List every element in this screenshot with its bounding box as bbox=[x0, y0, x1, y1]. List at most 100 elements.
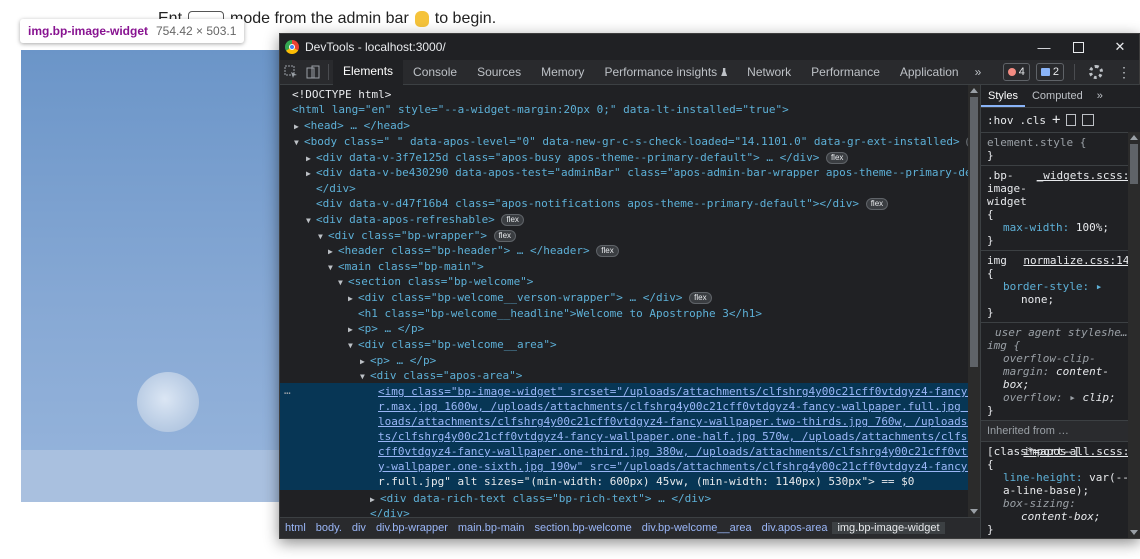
expand-arrow-icon[interactable]: ▶ bbox=[360, 354, 370, 369]
dom-line[interactable]: ▶ <div class="bp-welcome__verson-wrapper"… bbox=[348, 290, 712, 305]
rule-source-link[interactable]: import-all.scss:9 bbox=[1023, 445, 1136, 458]
flex-badge[interactable]: flex bbox=[825, 152, 849, 164]
dom-line-selected[interactable]: ts/clfshrg4y00c21cff0vtdgyz4-fancy-wallp… bbox=[378, 429, 968, 444]
tab-performance[interactable]: Performance bbox=[801, 60, 890, 84]
dom-line[interactable]: ▶ <div data-rich-text class="bp-rich-text… bbox=[370, 491, 711, 506]
dom-line-selected[interactable]: <img class="bp-image-widget" srcset="/up… bbox=[378, 384, 968, 399]
expand-arrow-icon[interactable]: ▶ bbox=[306, 166, 316, 181]
dom-line[interactable]: ▶ <p> … </p> bbox=[360, 353, 436, 368]
tab-elements[interactable]: Elements bbox=[333, 59, 404, 85]
dom-line-selected[interactable]: r.full.jpg" alt sizes="(min-width: 600px… bbox=[378, 474, 914, 489]
rule-bp-image-widget[interactable]: _widgets.scss:6 .bp-image-widget { max-w… bbox=[981, 166, 1140, 251]
tab-performance-insights[interactable]: Performance insights bbox=[594, 60, 737, 84]
dom-line-text[interactable]: <img class="bp-image-widget" srcset="/up… bbox=[378, 385, 968, 398]
dom-line-selected[interactable]: r.max.jpg 1600w, /uploads/attachments/cl… bbox=[378, 399, 968, 414]
tab-sources[interactable]: Sources bbox=[467, 60, 531, 84]
collapse-arrow-icon[interactable]: ▼ bbox=[348, 338, 358, 353]
breadcrumb-item[interactable]: main.bp-main bbox=[453, 522, 530, 534]
dom-line[interactable]: ▶ <header class="bp-header"> … </header> … bbox=[328, 243, 619, 258]
rule-apos-inherited[interactable]: import-all.scss:9 [class*=apos-] { line-… bbox=[981, 442, 1140, 538]
dom-line-text[interactable]: y-wallpaper.one-sixth.jpg 190w" src="/up… bbox=[378, 460, 968, 473]
dom-line[interactable]: ▶ <p> … </p> bbox=[348, 321, 424, 336]
rule-img-normalize[interactable]: normalize.css:149 img { border-style: ▸ n… bbox=[981, 251, 1140, 323]
collapse-arrow-icon[interactable]: ▼ bbox=[318, 229, 328, 244]
settings-gear-icon[interactable] bbox=[1085, 61, 1107, 83]
breadcrumb-item[interactable]: body. bbox=[311, 522, 347, 534]
dom-line[interactable]: ▶ <div data-v-be430290 data-apos-test="ad… bbox=[306, 165, 968, 180]
expand-arrow-icon[interactable]: ▶ bbox=[348, 291, 358, 306]
dom-line-text[interactable]: r.max.jpg 1600w, /uploads/attachments/cl… bbox=[378, 400, 968, 413]
dom-line[interactable]: ▶ <head> … </head> bbox=[294, 118, 410, 133]
flex-badge[interactable]: flex bbox=[501, 214, 524, 226]
elements-scrollbar[interactable] bbox=[968, 85, 980, 517]
breadcrumb-item-active[interactable]: img.bp-image-widget bbox=[832, 522, 945, 534]
node-options-dots[interactable]: … bbox=[284, 384, 291, 397]
collapse-arrow-icon[interactable]: ▼ bbox=[338, 275, 348, 290]
dom-line[interactable]: ▼ <body class=" " data-apos-level="0" dat… bbox=[294, 134, 968, 149]
message-count-badge[interactable]: 2 bbox=[1035, 63, 1064, 81]
breadcrumb-item[interactable]: div.bp-wrapper bbox=[371, 522, 453, 534]
image-widget-highlighted[interactable] bbox=[21, 50, 285, 502]
scrollbar-thumb[interactable] bbox=[970, 97, 978, 367]
dom-line[interactable]: ▶ <div data-v-3f7e125d class="apos-busy a… bbox=[306, 150, 849, 166]
hov-toggle[interactable]: :hov bbox=[987, 114, 1014, 127]
rule-img-user-agent[interactable]: user agent styleshe… img { overflow-clip… bbox=[981, 323, 1140, 421]
breadcrumb-item[interactable]: div.bp-welcome__area bbox=[637, 522, 757, 534]
breadcrumb-item[interactable]: div bbox=[347, 522, 371, 534]
tab-console[interactable]: Console bbox=[403, 60, 467, 84]
tab-memory[interactable]: Memory bbox=[531, 60, 594, 84]
collapse-arrow-icon[interactable]: ▼ bbox=[306, 213, 316, 228]
scroll-up-arrow-icon[interactable] bbox=[1130, 135, 1138, 140]
dom-line[interactable]: <!DOCTYPE html> bbox=[292, 87, 391, 102]
styles-scrollbar[interactable] bbox=[1128, 132, 1140, 538]
breadcrumb-item[interactable]: section.bp-welcome bbox=[530, 522, 637, 534]
styles-more-tabs-button[interactable]: » bbox=[1090, 85, 1110, 107]
dom-line[interactable]: ▼ <div class="apos-area"> bbox=[360, 368, 522, 383]
flex-badge[interactable]: flex bbox=[865, 198, 889, 210]
rule-element-style[interactable]: element.style { } bbox=[981, 133, 1140, 166]
rule-source-link[interactable]: normalize.css:149 bbox=[1023, 254, 1136, 267]
dom-line[interactable]: ▼ <div class="bp-welcome__area"> bbox=[348, 337, 557, 352]
collapse-arrow-icon[interactable]: ▼ bbox=[360, 369, 370, 384]
maximize-button[interactable] bbox=[1058, 34, 1098, 60]
tab-application[interactable]: Application bbox=[890, 60, 969, 84]
sidebar-toggle-icon[interactable] bbox=[1082, 114, 1095, 126]
expand-arrow-icon[interactable]: ▶ bbox=[294, 119, 304, 134]
expand-arrow-icon[interactable]: ▶ bbox=[370, 492, 380, 507]
more-tabs-button[interactable]: » bbox=[969, 65, 988, 79]
dom-line-text[interactable]: ts/clfshrg4y00c21cff0vtdgyz4-fancy-wallp… bbox=[378, 430, 968, 443]
elements-dom-tree[interactable]: <!DOCTYPE html> <html lang="en" style="-… bbox=[280, 85, 968, 517]
css-declaration[interactable]: line-height: var(--a-line-base); bbox=[987, 471, 1134, 497]
flex-badge[interactable]: flex bbox=[493, 230, 517, 242]
tab-computed[interactable]: Computed bbox=[1025, 85, 1090, 107]
expand-arrow-icon[interactable]: ▶ bbox=[306, 151, 316, 166]
dom-line[interactable]: </div> bbox=[316, 181, 356, 196]
scroll-down-arrow-icon[interactable] bbox=[970, 509, 978, 514]
dom-line-text[interactable]: loads/attachments/clfshrg4y00c21cff0vtdg… bbox=[378, 415, 968, 428]
add-rule-icon[interactable]: + bbox=[1052, 112, 1060, 128]
collapse-arrow-icon[interactable]: ▼ bbox=[294, 135, 304, 150]
collapse-arrow-icon[interactable]: ▼ bbox=[328, 260, 338, 275]
rule-source-link[interactable]: _widgets.scss:6 bbox=[1037, 169, 1136, 182]
breadcrumb-item[interactable]: html bbox=[280, 522, 311, 534]
dom-line-selected[interactable]: loads/attachments/clfshrg4y00c21cff0vtdg… bbox=[378, 414, 968, 429]
scroll-down-arrow-icon[interactable] bbox=[1130, 530, 1138, 535]
flex-badge[interactable]: flex bbox=[596, 245, 619, 257]
dom-line[interactable]: <div data-v-d47f16b4 class="apos-notific… bbox=[316, 196, 889, 211]
dom-line[interactable]: </div> bbox=[370, 506, 410, 517]
dom-line[interactable]: ▼ <div data-apos-refreshable> flex bbox=[306, 212, 524, 227]
more-options-icon[interactable]: ⋮ bbox=[1113, 61, 1135, 83]
css-declaration[interactable]: max-width: 100%; bbox=[987, 221, 1134, 234]
flex-badge[interactable]: flex bbox=[689, 292, 712, 304]
expand-arrow-icon[interactable]: ▶ bbox=[348, 322, 358, 337]
expand-arrow-icon[interactable]: ▶ bbox=[328, 244, 338, 259]
dom-line-text[interactable]: cff0vtdgyz4-fancy-wallpaper.one-third.jp… bbox=[378, 445, 968, 458]
dom-line-selected[interactable]: y-wallpaper.one-sixth.jpg 190w" src="/up… bbox=[378, 459, 968, 474]
breadcrumb-item[interactable]: div.apos-area bbox=[757, 522, 833, 534]
paint-icon[interactable] bbox=[1066, 114, 1077, 126]
dom-line[interactable]: ▼ <div class="bp-wrapper"> flex bbox=[318, 228, 517, 244]
dom-line-selected[interactable]: cff0vtdgyz4-fancy-wallpaper.one-third.jp… bbox=[378, 444, 968, 459]
scrollbar-thumb[interactable] bbox=[1130, 144, 1138, 184]
device-toolbar-icon[interactable] bbox=[302, 61, 324, 83]
error-count-badge[interactable]: 4 bbox=[1002, 63, 1030, 81]
